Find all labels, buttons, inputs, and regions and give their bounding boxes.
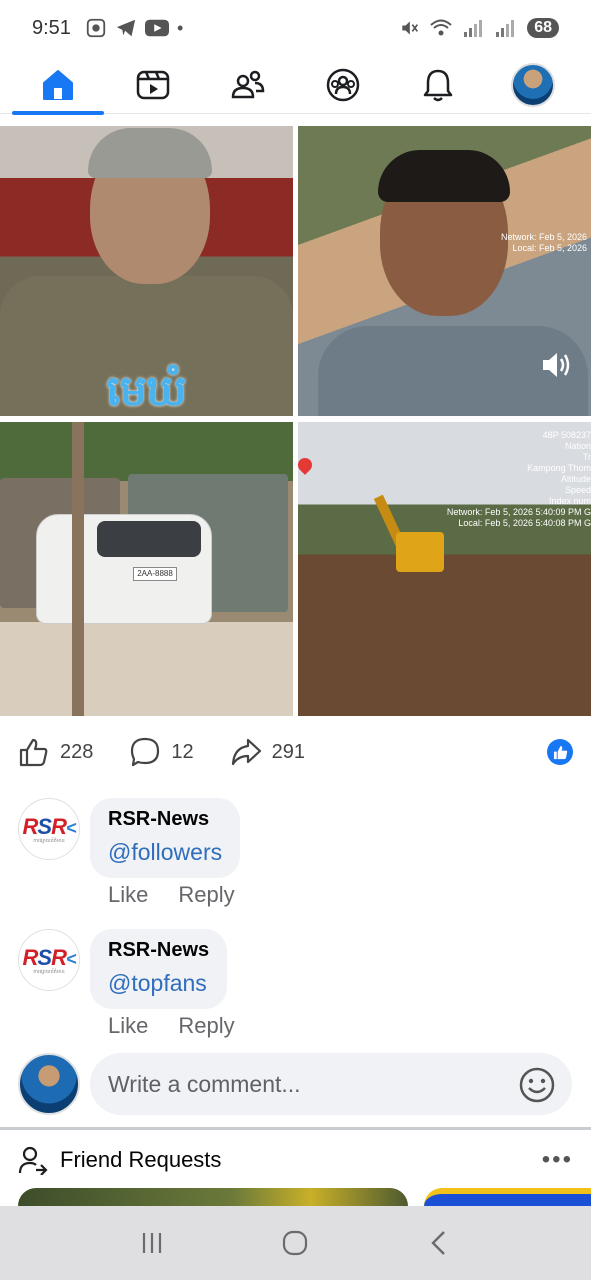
comment-author[interactable]: RSR-News (108, 939, 209, 962)
post-photo-3[interactable]: 2AA-8888 (0, 422, 293, 716)
emoji-icon[interactable] (518, 1066, 556, 1104)
battery-indicator: 68 (527, 18, 559, 38)
status-time: 9:51 (32, 16, 71, 39)
post-photo-grid: មេឃំ Network: Feb 5, 2026 Local: Feb 5, … (0, 126, 591, 716)
rsr-logo: RSR< (22, 813, 77, 839)
nav-video[interactable] (113, 60, 193, 110)
car-window (97, 521, 201, 557)
comment-count: 12 (171, 740, 194, 763)
thumbs-up-icon (19, 738, 48, 767)
comment-mention[interactable]: @topfans (108, 970, 209, 997)
share-count: 291 (271, 740, 305, 763)
post-photo-1[interactable]: មេឃំ (0, 126, 293, 416)
rsr-logo-subtitle: ការផ្សាយព័ត៌មាន (33, 837, 65, 844)
profile-avatar (511, 62, 556, 107)
friends-icon (231, 70, 265, 98)
status-bar: 9:51 • 68 (0, 0, 591, 56)
comment-actions: Like Reply (108, 882, 235, 908)
photo-gps-overlay: 48P 508237 Nation Tr Kampong Thom Altitu… (446, 430, 591, 528)
friend-requests-title: Friend Requests (60, 1147, 222, 1172)
home-icon (42, 69, 73, 100)
comment-input[interactable] (90, 1053, 572, 1115)
photo-hair (378, 150, 510, 202)
friend-requests-header: Friend Requests ••• (0, 1138, 591, 1182)
top-nav-bar (0, 56, 591, 115)
photo-car: 2AA-8888 (36, 514, 212, 624)
back-button[interactable] (419, 1223, 459, 1263)
home-button-icon (283, 1230, 308, 1256)
nav-profile[interactable] (493, 60, 573, 110)
more-options-icon[interactable]: ••• (542, 1146, 573, 1174)
rsr-logo: RSR< (22, 944, 77, 970)
share-icon (231, 738, 261, 766)
video-icon (136, 70, 169, 99)
friend-request-icon (18, 1146, 48, 1175)
bell-icon (423, 69, 453, 101)
groups-icon (326, 68, 360, 101)
comment-icon (131, 737, 160, 767)
recent-apps-icon (142, 1233, 161, 1253)
home-button[interactable] (275, 1223, 315, 1263)
comment-bubble[interactable]: RSR-News @followers (90, 798, 241, 878)
speaker-icon[interactable] (539, 348, 573, 382)
like-count: 228 (60, 740, 94, 763)
dot-icon: • (176, 17, 184, 38)
comment-like-button[interactable]: Like (108, 1013, 148, 1039)
map-pin-icon (298, 455, 315, 475)
rsr-logo-subtitle: ការផ្សាយព័ត៌មាន (33, 968, 65, 975)
youtube-icon (144, 19, 169, 37)
comment-like-button[interactable]: Like (108, 882, 148, 908)
excavator (396, 532, 444, 572)
like-reaction-badge[interactable] (547, 739, 573, 765)
nav-friends[interactable] (208, 60, 288, 110)
post-photo-4[interactable]: 48P 508237 Nation Tr Kampong Thom Altitu… (298, 422, 591, 716)
wifi-icon (430, 19, 452, 36)
section-divider (0, 1127, 591, 1130)
screen-record-icon (86, 18, 106, 38)
comment-button[interactable]: 12 (129, 736, 194, 768)
recent-apps-button[interactable] (132, 1223, 172, 1263)
status-right-icons: 68 (399, 18, 559, 38)
photo-tree (72, 422, 84, 716)
write-comment-row (0, 1050, 591, 1116)
comment-bubble[interactable]: RSR-News @topfans (90, 929, 228, 1009)
comment-reply-button[interactable]: Reply (178, 882, 234, 908)
photo-caption: មេឃំ (106, 367, 187, 414)
comment-mention[interactable]: @followers (108, 839, 222, 866)
status-left-icons: • (85, 17, 183, 39)
comment-author[interactable]: RSR-News (108, 808, 222, 831)
post-photo-2[interactable]: Network: Feb 5, 2026 Local: Feb 5, 2026 (298, 126, 591, 416)
nav-notifications[interactable] (398, 60, 478, 110)
like-button[interactable]: 228 (18, 736, 93, 768)
commenter-avatar[interactable]: RSR< ការផ្សាយព័ត៌មាន (18, 798, 80, 860)
car-plate: 2AA-8888 (133, 567, 177, 581)
nav-home[interactable] (11, 60, 104, 115)
photo-timestamp-overlay: Network: Feb 5, 2026 Local: Feb 5, 2026 (500, 232, 587, 253)
reaction-bar: 228 12 291 (0, 722, 591, 782)
thumbs-up-filled-icon (553, 745, 567, 759)
comment-reply-button[interactable]: Reply (178, 1013, 234, 1039)
telegram-icon (116, 19, 136, 37)
signal-icon (464, 20, 483, 37)
share-button[interactable]: 291 (230, 736, 305, 768)
photo-hair (88, 128, 212, 178)
mute-icon (402, 21, 419, 35)
signal-icon (496, 20, 515, 37)
nav-groups[interactable] (303, 60, 383, 110)
commenter-avatar[interactable]: RSR< ការផ្សាយព័ត៌មាន (18, 929, 80, 991)
comment-actions: Like Reply (108, 1013, 235, 1039)
user-avatar[interactable] (18, 1053, 80, 1115)
back-icon (431, 1231, 445, 1255)
system-nav-bar (0, 1206, 591, 1280)
